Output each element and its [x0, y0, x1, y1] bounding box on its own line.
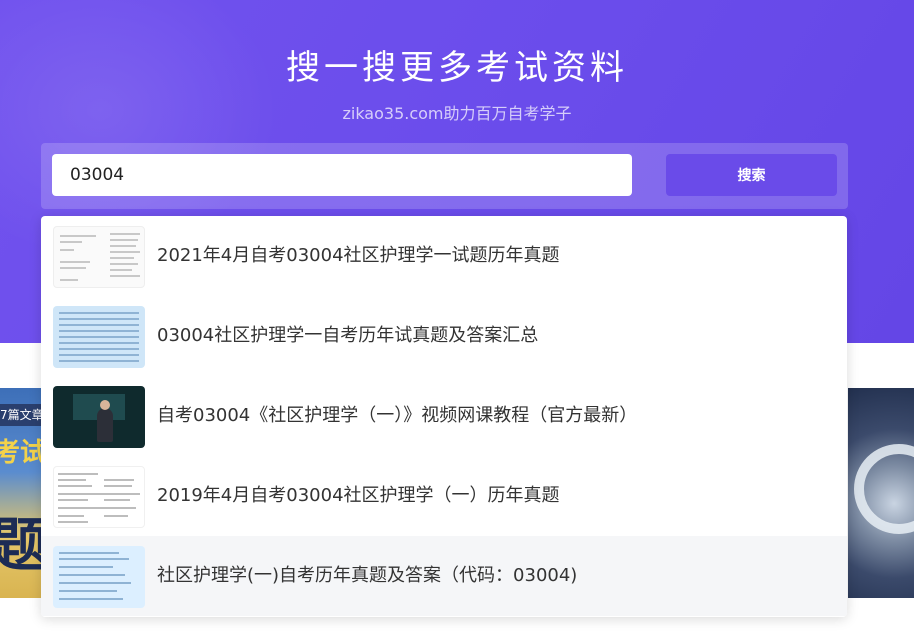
- suggestion-title: 2019年4月自考03004社区护理学（一）历年真题: [157, 485, 560, 506]
- lecturer-figure: [97, 408, 113, 442]
- blue-list-thumbnail: [53, 306, 145, 368]
- suggestion-title: 2021年4月自考03004社区护理学一试题历年真题: [157, 245, 560, 266]
- video-lecture-thumbnail: [53, 386, 145, 448]
- hero-title: 搜一搜更多考试资料: [286, 48, 628, 88]
- suggestion-item[interactable]: 2021年4月自考03004社区护理学一试题历年真题: [41, 216, 847, 296]
- banner-big-text: 考试: [0, 438, 47, 468]
- search-button[interactable]: 搜索: [666, 154, 837, 196]
- exam-document-thumbnail: [53, 226, 145, 288]
- banner-right[interactable]: [848, 388, 914, 598]
- suggestion-item[interactable]: 03004社区护理学一自考历年试真题及答案汇总: [41, 296, 847, 376]
- search-input[interactable]: [52, 154, 632, 196]
- banner-ring-graphic: [854, 444, 914, 534]
- search-suggestions-dropdown: 2021年4月自考03004社区护理学一试题历年真题 03004社区护理学一自考…: [41, 216, 847, 617]
- suggestion-title: 社区护理学(一)自考历年真题及答案（代码：03004): [157, 565, 578, 586]
- suggestion-item[interactable]: 2019年4月自考03004社区护理学（一）历年真题: [41, 456, 847, 536]
- suggestion-item[interactable]: 自考03004《社区护理学（一）》视频网课教程（官方最新）: [41, 376, 847, 456]
- blue-list-thumbnail: [53, 546, 145, 608]
- hero-subtitle: zikao35.com助力百万自考学子: [342, 104, 572, 123]
- exam-document-thumbnail: [53, 466, 145, 528]
- suggestion-item[interactable]: 社区护理学(一)自考历年真题及答案（代码：03004): [41, 536, 847, 616]
- suggestion-title: 自考03004《社区护理学（一）》视频网课教程（官方最新）: [157, 405, 638, 426]
- lecturer-head: [100, 400, 110, 410]
- suggestion-title: 03004社区护理学一自考历年试真题及答案汇总: [157, 325, 539, 346]
- search-bar: 搜索: [41, 143, 848, 209]
